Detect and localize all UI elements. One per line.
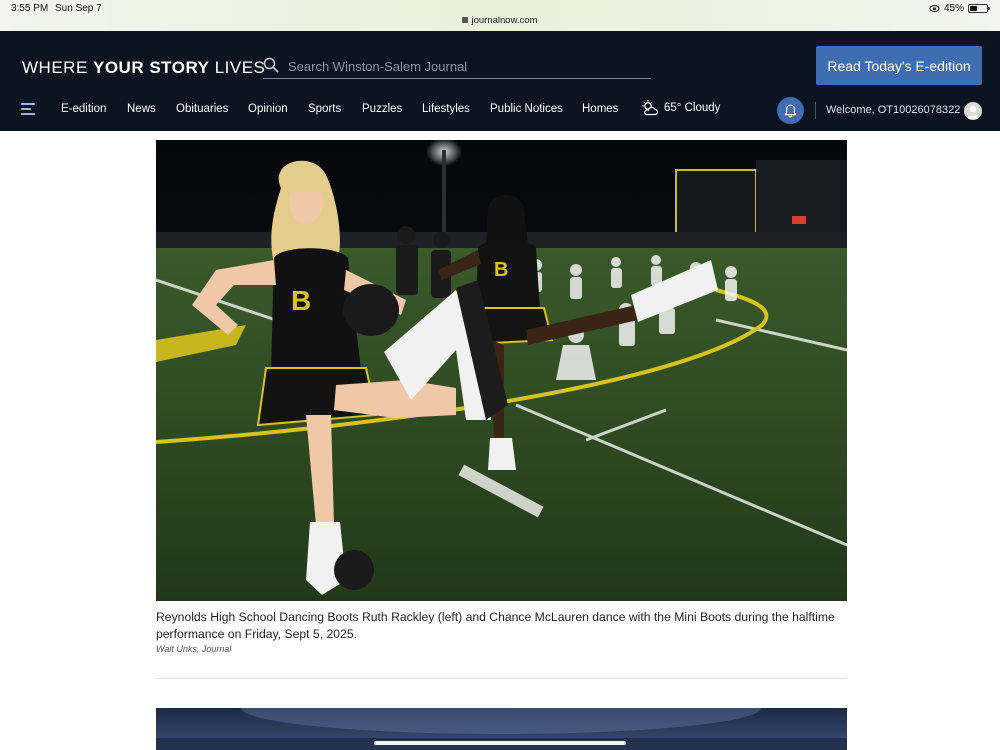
nav-item-puzzles[interactable]: Puzzles: [362, 103, 402, 115]
weather-widget[interactable]: 65° Cloudy: [641, 100, 720, 116]
welcome-text[interactable]: Welcome, OT10026078322: [826, 104, 960, 116]
search-input[interactable]: [288, 56, 648, 76]
site-header: WHERE YOUR STORY LIVES Read Today's E-ed…: [0, 31, 1000, 131]
avatar[interactable]: [964, 102, 982, 120]
orientation-lock-icon: [929, 4, 940, 13]
menu-icon[interactable]: [21, 103, 35, 115]
status-bar: 3:55 PM Sun Sep 7 journalnow.com 45%: [0, 0, 1000, 31]
photo-caption: Reynolds High School Dancing Boots Ruth …: [156, 610, 835, 641]
user-icon: [966, 105, 980, 119]
tagline-bold: YOUR STORY: [93, 58, 210, 77]
lock-icon: [462, 17, 469, 23]
content-divider: [156, 678, 847, 679]
nav-item-news[interactable]: News: [127, 103, 156, 115]
nav-item-public-notices[interactable]: Public Notices: [490, 103, 563, 115]
read-eedition-button[interactable]: Read Today's E-edition: [816, 46, 982, 85]
main-nav: E-edition News Obituaries Opinion Sports…: [0, 97, 1000, 125]
status-time: 3:55 PM: [11, 3, 49, 14]
address-bar[interactable]: journalnow.com: [0, 15, 1000, 26]
weather-text: 65° Cloudy: [664, 102, 721, 114]
status-right: 45%: [929, 3, 990, 14]
search-icon[interactable]: [263, 57, 279, 73]
tagline-end: LIVES: [209, 58, 266, 77]
notifications-button[interactable]: [777, 97, 804, 124]
svg-text:B: B: [291, 285, 311, 316]
nav-item-lifestyles[interactable]: Lifestyles: [422, 103, 470, 115]
bell-icon: [784, 104, 797, 117]
photo-credit: Walt Unks, Journal: [156, 644, 232, 654]
cheer-photo-illustration: B B: [156, 140, 847, 601]
battery-icon: [968, 4, 990, 13]
nav-item-sports[interactable]: Sports: [308, 103, 341, 115]
status-date: Sun Sep 7: [55, 3, 102, 14]
battery-percent: 45%: [943, 3, 964, 14]
nav-item-homes[interactable]: Homes: [582, 103, 618, 115]
tagline-thin: WHERE: [22, 58, 93, 77]
home-indicator[interactable]: [374, 741, 626, 745]
partly-cloudy-icon: [641, 100, 658, 116]
nav-item-eedition[interactable]: E-edition: [61, 103, 106, 115]
nav-item-opinion[interactable]: Opinion: [248, 103, 288, 115]
article-photo[interactable]: B B: [156, 140, 847, 601]
url-text: journalnow.com: [471, 15, 538, 26]
search-bar: [263, 54, 651, 79]
svg-text:B: B: [494, 259, 508, 281]
site-tagline-logo[interactable]: WHERE YOUR STORY LIVES: [22, 58, 265, 78]
nav-item-obituaries[interactable]: Obituaries: [176, 103, 228, 115]
nav-divider: [815, 102, 816, 119]
